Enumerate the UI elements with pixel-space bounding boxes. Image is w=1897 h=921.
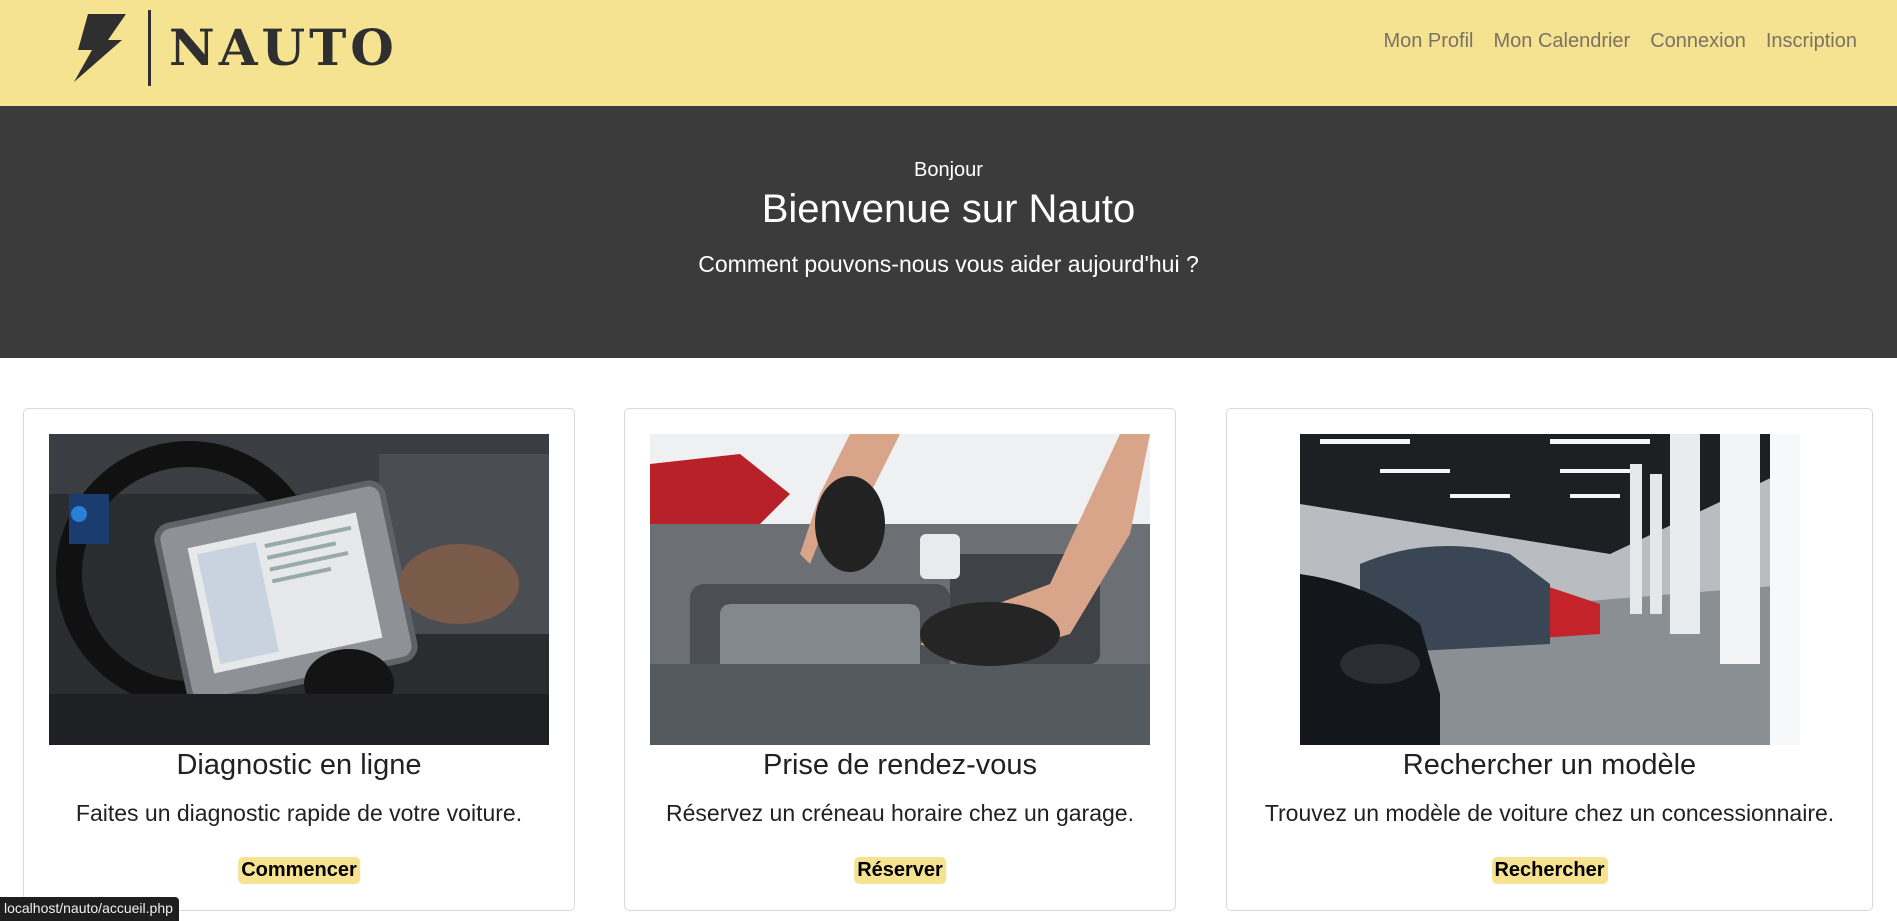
nav-link-connexion[interactable]: Connexion	[1640, 30, 1756, 53]
nav-link-inscription[interactable]: Inscription	[1756, 30, 1867, 53]
search-model-button[interactable]: Rechercher	[1491, 857, 1608, 884]
lightning-bolt-icon	[74, 14, 126, 82]
card-text: Trouvez un modèle de voiture chez un con…	[1264, 800, 1835, 826]
card-diagnostic: Diagnostic en ligne Faites un diagnostic…	[23, 408, 575, 911]
card-title: Prise de rendez-vous	[762, 749, 1038, 781]
nav-link-mon-calendrier[interactable]: Mon Calendrier	[1483, 30, 1640, 53]
status-bar-url: localhost/nauto/accueil.php	[0, 897, 179, 921]
brand-logo[interactable]: NAUTO	[70, 10, 398, 86]
navbar: NAUTO Mon Profil Mon Calendrier Connexio…	[0, 0, 1897, 106]
brand-name: NAUTO	[169, 18, 398, 77]
nav-menu: Mon Profil Mon Calendrier Connexion Insc…	[1373, 30, 1867, 53]
diagnostic-image	[49, 434, 549, 745]
reserve-button[interactable]: Réserver	[854, 857, 946, 884]
card-title: Rechercher un modèle	[1402, 749, 1697, 781]
mechanic-image	[650, 434, 1150, 745]
card-title: Diagnostic en ligne	[176, 749, 422, 781]
card-text: Faites un diagnostic rapide de votre voi…	[75, 800, 523, 826]
hero-banner: Bonjour Bienvenue sur Nauto Comment pouv…	[0, 106, 1897, 358]
logo-divider	[148, 10, 151, 86]
hero-title: Bienvenue sur Nauto	[761, 187, 1136, 231]
hero-subtitle: Comment pouvons-nous vous aider aujourd'…	[698, 251, 1199, 277]
card-rendez-vous: Prise de rendez-vous Réservez un créneau…	[624, 408, 1176, 911]
start-diagnostic-button[interactable]: Commencer	[238, 857, 360, 884]
parking-image	[1300, 434, 1800, 745]
nav-link-mon-profil[interactable]: Mon Profil	[1373, 30, 1483, 53]
card-text: Réservez un créneau horaire chez un gara…	[666, 800, 1134, 826]
card-rechercher-modele: Rechercher un modèle Trouvez un modèle d…	[1226, 408, 1873, 911]
hero-greeting: Bonjour	[914, 159, 983, 181]
